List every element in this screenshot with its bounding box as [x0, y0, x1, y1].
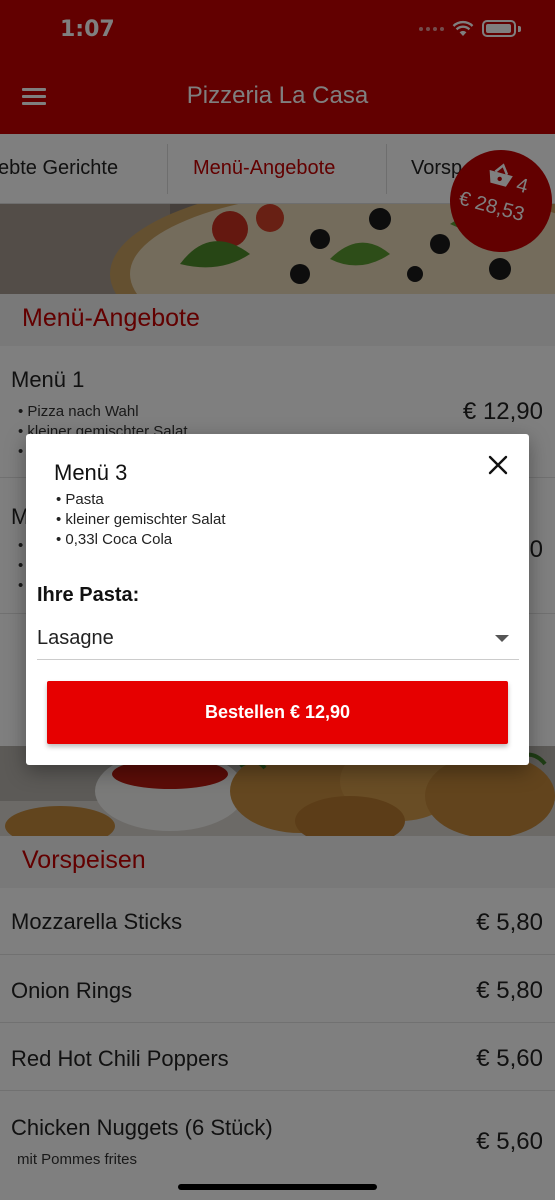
dropdown-caret-icon — [495, 635, 509, 642]
close-icon[interactable] — [485, 452, 511, 478]
description-line: • kleiner gemischter Salat — [56, 511, 226, 528]
description-line: • 0,33l Coca Cola — [56, 531, 173, 548]
pasta-select-label: Ihre Pasta: — [37, 584, 140, 606]
pasta-select-value: Lasagne — [37, 627, 114, 649]
dialog-description: • Pasta • kleiner gemischter Salat • 0,3… — [56, 490, 226, 550]
dialog-title: Menü 3 — [54, 460, 128, 485]
pasta-select[interactable]: Lasagne — [37, 619, 519, 660]
description-line: • Pasta — [56, 491, 104, 508]
menu-options-dialog: Menü 3 • Pasta • kleiner gemischter Sala… — [26, 434, 529, 765]
home-indicator — [178, 1184, 377, 1190]
order-button[interactable]: Bestellen € 12,90 — [47, 681, 508, 744]
